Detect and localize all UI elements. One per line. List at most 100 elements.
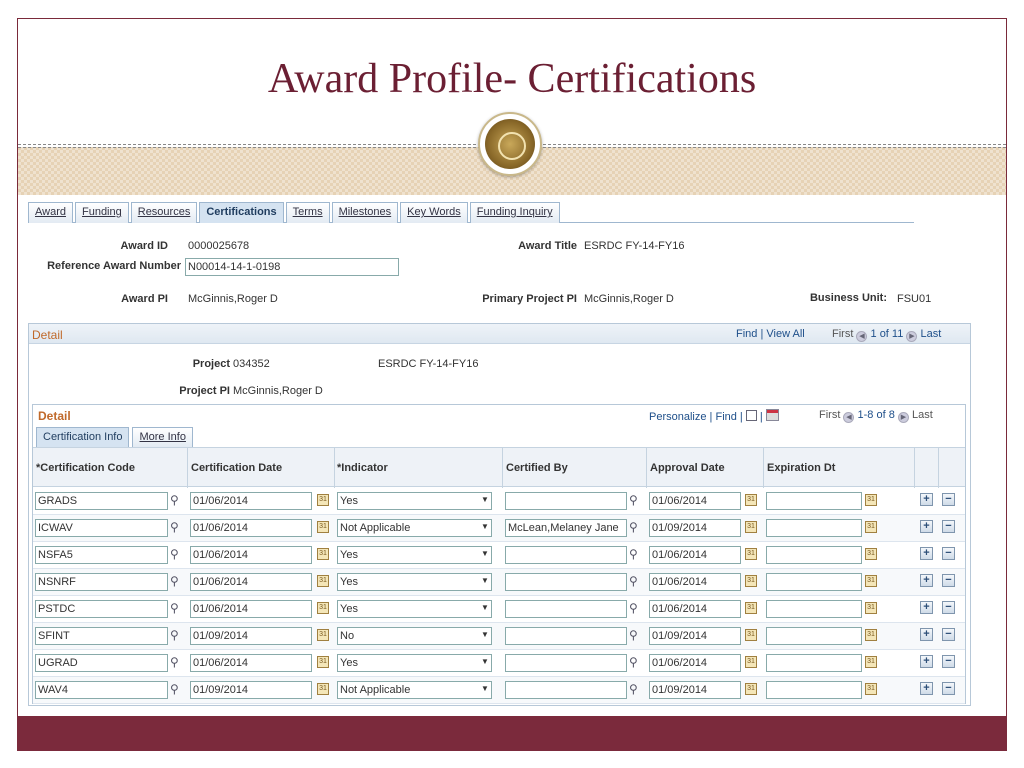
- tab-award[interactable]: Award: [28, 202, 73, 223]
- calendar-icon[interactable]: 31: [317, 575, 329, 587]
- add-row-button[interactable]: +: [920, 601, 933, 614]
- code-input[interactable]: PSTDC: [35, 600, 168, 618]
- add-row-button[interactable]: +: [920, 655, 933, 668]
- approval-date-input[interactable]: 01/09/2014: [649, 627, 741, 645]
- last-link[interactable]: Last: [920, 328, 941, 340]
- code-input[interactable]: NSNRF: [35, 573, 168, 591]
- add-row-button[interactable]: +: [920, 628, 933, 641]
- certified-by-input[interactable]: [505, 654, 627, 672]
- approval-date-input[interactable]: 01/06/2014: [649, 573, 741, 591]
- calendar-icon[interactable]: 31: [865, 548, 877, 560]
- calendar-icon[interactable]: 31: [317, 494, 329, 506]
- calendar-icon[interactable]: 31: [317, 656, 329, 668]
- calendar-icon[interactable]: 31: [745, 548, 757, 560]
- indicator-select[interactable]: No: [337, 627, 492, 645]
- calendar-icon[interactable]: 31: [317, 602, 329, 614]
- approval-date-input[interactable]: 01/06/2014: [649, 654, 741, 672]
- approval-date-input[interactable]: 01/09/2014: [649, 519, 741, 537]
- search-icon[interactable]: ⚲: [629, 655, 643, 669]
- code-input[interactable]: WAV4: [35, 681, 168, 699]
- search-icon[interactable]: ⚲: [629, 574, 643, 588]
- prev-arrow-icon[interactable]: ◀: [843, 412, 855, 423]
- cert-date-input[interactable]: 01/06/2014: [190, 573, 312, 591]
- tab-funding-inquiry[interactable]: Funding Inquiry: [469, 202, 560, 223]
- code-input[interactable]: GRADS: [35, 492, 168, 510]
- code-input[interactable]: SFINT: [35, 627, 168, 645]
- find-link[interactable]: Find: [715, 411, 736, 423]
- certified-by-input[interactable]: [505, 492, 627, 510]
- delete-row-button[interactable]: −: [942, 574, 955, 587]
- expiration-date-input[interactable]: [766, 681, 862, 699]
- search-icon[interactable]: ⚲: [629, 493, 643, 507]
- next-arrow-icon[interactable]: ▶: [906, 331, 918, 342]
- certified-by-input[interactable]: [505, 627, 627, 645]
- cert-date-input[interactable]: 01/06/2014: [190, 519, 312, 537]
- approval-date-input[interactable]: 01/06/2014: [649, 600, 741, 618]
- calendar-icon[interactable]: 31: [865, 629, 877, 641]
- next-arrow-icon[interactable]: ▶: [897, 412, 909, 423]
- tab-more-info[interactable]: More Info: [132, 427, 193, 447]
- calendar-icon[interactable]: 31: [745, 602, 757, 614]
- calendar-icon[interactable]: 31: [745, 521, 757, 533]
- calendar-icon[interactable]: 31: [865, 683, 877, 695]
- calendar-icon[interactable]: 31: [317, 683, 329, 695]
- indicator-select[interactable]: Not Applicable: [337, 681, 492, 699]
- tab-certifications[interactable]: Certifications: [199, 202, 284, 223]
- calendar-icon[interactable]: 31: [745, 683, 757, 695]
- expiration-date-input[interactable]: [766, 546, 862, 564]
- calendar-icon[interactable]: 31: [745, 494, 757, 506]
- tab-terms[interactable]: Terms: [285, 202, 330, 223]
- search-icon[interactable]: ⚲: [170, 682, 184, 696]
- search-icon[interactable]: ⚲: [170, 493, 184, 507]
- calendar-icon[interactable]: 31: [317, 548, 329, 560]
- code-input[interactable]: NSFA5: [35, 546, 168, 564]
- delete-row-button[interactable]: −: [942, 520, 955, 533]
- find-link[interactable]: Find: [736, 328, 757, 340]
- code-input[interactable]: ICWAV: [35, 519, 168, 537]
- expiration-date-input[interactable]: [766, 519, 862, 537]
- expiration-date-input[interactable]: [766, 600, 862, 618]
- search-icon[interactable]: ⚲: [170, 601, 184, 615]
- calendar-icon[interactable]: 31: [745, 656, 757, 668]
- search-icon[interactable]: ⚲: [170, 628, 184, 642]
- approval-date-input[interactable]: 01/06/2014: [649, 546, 741, 564]
- certified-by-input[interactable]: McLean,Melaney Jane: [505, 519, 627, 537]
- delete-row-button[interactable]: −: [942, 682, 955, 695]
- tab-milestones[interactable]: Milestones: [331, 202, 399, 223]
- certified-by-input[interactable]: [505, 573, 627, 591]
- cert-date-input[interactable]: 01/09/2014: [190, 627, 312, 645]
- expiration-date-input[interactable]: [766, 492, 862, 510]
- approval-date-input[interactable]: 01/06/2014: [649, 492, 741, 510]
- search-icon[interactable]: ⚲: [170, 655, 184, 669]
- ref-award-input[interactable]: N00014-14-1-0198: [185, 258, 399, 276]
- personalize-link[interactable]: Personalize: [649, 411, 706, 423]
- tab-certification-info[interactable]: Certification Info: [36, 427, 130, 447]
- search-icon[interactable]: ⚲: [629, 547, 643, 561]
- tab-key-words[interactable]: Key Words: [400, 202, 468, 223]
- tab-funding[interactable]: Funding: [74, 202, 129, 223]
- delete-row-button[interactable]: −: [942, 547, 955, 560]
- calendar-icon[interactable]: 31: [865, 494, 877, 506]
- search-icon[interactable]: ⚲: [629, 520, 643, 534]
- search-icon[interactable]: ⚲: [629, 628, 643, 642]
- expiration-date-input[interactable]: [766, 573, 862, 591]
- cert-date-input[interactable]: 01/06/2014: [190, 492, 312, 510]
- add-row-button[interactable]: +: [920, 547, 933, 560]
- prev-arrow-icon[interactable]: ◀: [856, 331, 868, 342]
- expiration-date-input[interactable]: [766, 654, 862, 672]
- download-grid-icon[interactable]: [765, 409, 779, 421]
- expiration-date-input[interactable]: [766, 627, 862, 645]
- add-row-button[interactable]: +: [920, 493, 933, 506]
- add-row-button[interactable]: +: [920, 520, 933, 533]
- calendar-icon[interactable]: 31: [865, 521, 877, 533]
- delete-row-button[interactable]: −: [942, 601, 955, 614]
- cert-date-input[interactable]: 01/06/2014: [190, 654, 312, 672]
- calendar-icon[interactable]: 31: [745, 629, 757, 641]
- add-row-button[interactable]: +: [920, 682, 933, 695]
- search-icon[interactable]: ⚲: [629, 601, 643, 615]
- calendar-icon[interactable]: 31: [317, 629, 329, 641]
- indicator-select[interactable]: Yes: [337, 492, 492, 510]
- calendar-icon[interactable]: 31: [865, 656, 877, 668]
- delete-row-button[interactable]: −: [942, 655, 955, 668]
- delete-row-button[interactable]: −: [942, 493, 955, 506]
